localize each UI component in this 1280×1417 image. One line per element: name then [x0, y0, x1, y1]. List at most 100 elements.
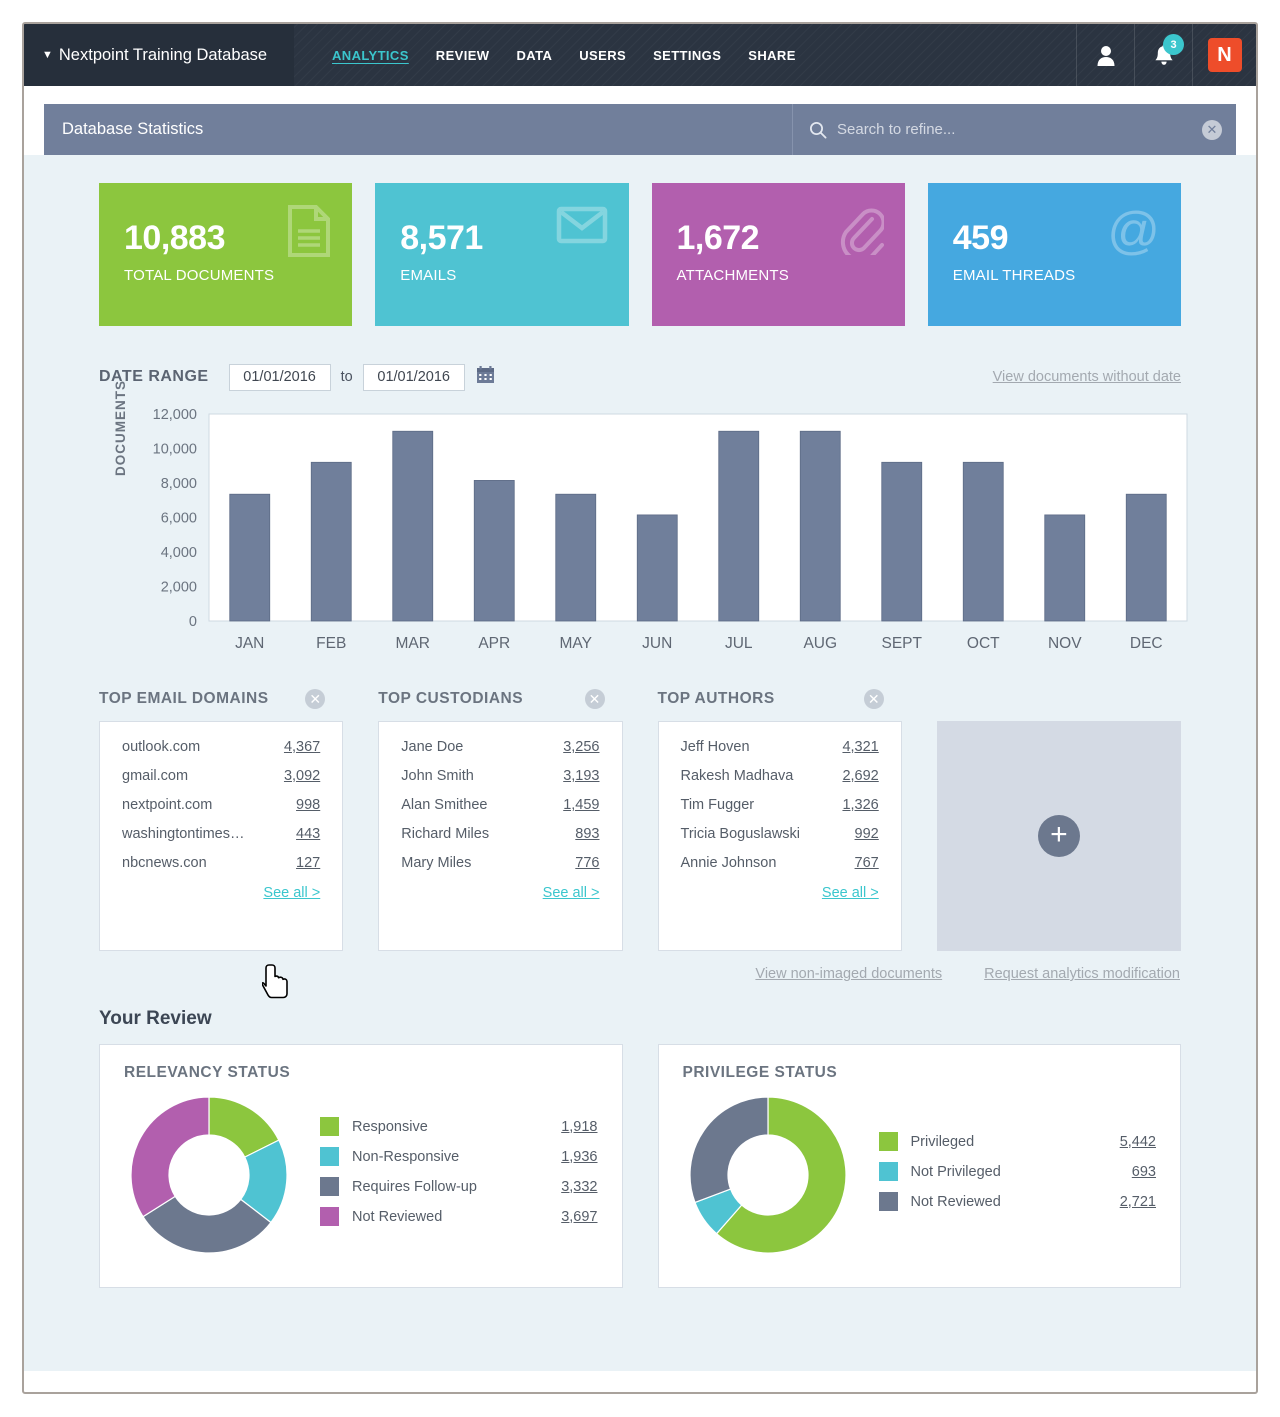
- svg-text:OCT: OCT: [967, 635, 1000, 652]
- view-non-imaged-documents-link[interactable]: View non-imaged documents: [755, 966, 942, 982]
- date-range-row: DATE RANGE to: [99, 362, 1181, 392]
- your-review-heading: Your Review: [99, 1008, 212, 1029]
- notifications-button[interactable]: 3: [1134, 24, 1192, 86]
- item-name: outlook.com: [122, 739, 201, 755]
- top-email-domains-panel: TOP EMAIL DOMAINS ✕ outlook.com 4,367 gm…: [99, 688, 344, 951]
- relevancy-legend: Responsive 1,918 Non-Responsive 1,936 Re…: [320, 1113, 598, 1237]
- analytics-body: 10,883 TOTAL DOCUMENTS 8,571 EMAILS 1,67…: [24, 155, 1256, 1371]
- document-icon: [287, 205, 331, 257]
- nextpoint-logo-button[interactable]: N: [1192, 24, 1256, 86]
- item-value[interactable]: 4,367: [284, 739, 320, 755]
- top-custodians-panel: TOP CUSTODIANS ✕ Jane Doe 3,256 John Smi…: [378, 688, 623, 951]
- top-right-icons: 3 N: [1076, 24, 1256, 86]
- calendar-icon[interactable]: [476, 365, 495, 389]
- item-value[interactable]: 127: [296, 855, 320, 871]
- item-name: gmail.com: [122, 768, 189, 784]
- list-item: nbcnews.con 127: [122, 855, 320, 871]
- legend-value[interactable]: 693: [1132, 1164, 1156, 1180]
- chart-y-axis-label: DOCUMENTS: [113, 380, 128, 476]
- item-value[interactable]: 4,321: [842, 739, 878, 755]
- search-input[interactable]: [837, 121, 1202, 138]
- nav-item-settings[interactable]: SETTINGS: [653, 48, 721, 63]
- nav-item-users[interactable]: USERS: [579, 48, 626, 63]
- legend-swatch: [320, 1117, 339, 1136]
- legend-value[interactable]: 3,697: [561, 1209, 597, 1225]
- legend-swatch: [878, 1132, 898, 1151]
- nav-item-data[interactable]: DATA: [516, 48, 552, 63]
- legend-value[interactable]: 1,936: [561, 1149, 597, 1165]
- panel-title: TOP CUSTODIANS: [378, 690, 524, 707]
- legend-value[interactable]: 3,332: [561, 1179, 597, 1195]
- documents-by-month-chart: DOCUMENTS 0 2,000 4,000 6,000 8,000 10,000 12,…: [99, 380, 1188, 666]
- donut-slice[interactable]: [688, 1096, 769, 1204]
- see-all-row: See all >: [401, 884, 600, 902]
- view-documents-without-date-link[interactable]: View documents without date: [993, 369, 1181, 385]
- date-from-input[interactable]: [228, 363, 331, 391]
- card-title: PRIVILEGE STATUS: [682, 1064, 838, 1081]
- search-area: ✕: [792, 104, 1236, 155]
- stat-card-emails[interactable]: 8,571 EMAILS: [375, 183, 629, 326]
- paperclip-icon: [838, 205, 884, 255]
- svg-text:SEPT: SEPT: [882, 635, 923, 652]
- item-value[interactable]: 2,692: [842, 768, 878, 784]
- item-value[interactable]: 1,459: [563, 797, 599, 813]
- legend-label: Requires Follow-up: [352, 1178, 477, 1195]
- see-all-link[interactable]: See all >: [543, 885, 600, 901]
- item-name: Alan Smithee: [401, 797, 488, 813]
- item-value[interactable]: 767: [855, 855, 879, 871]
- item-value[interactable]: 998: [296, 797, 320, 813]
- svg-text:DEC: DEC: [1130, 635, 1163, 652]
- svg-text:JAN: JAN: [235, 635, 264, 652]
- item-value[interactable]: 893: [575, 826, 599, 842]
- stat-label: EMAIL THREADS: [952, 267, 1076, 284]
- legend-item: Non-Responsive 1,936: [320, 1147, 598, 1166]
- svg-text:8,000: 8,000: [161, 476, 197, 492]
- item-name: Jane Doe: [401, 739, 464, 755]
- item-value[interactable]: 3,193: [563, 768, 599, 784]
- legend-value[interactable]: 2,721: [1120, 1194, 1156, 1210]
- see-all-row: See all >: [681, 884, 879, 902]
- item-name: Tim Fugger: [680, 797, 755, 813]
- item-value[interactable]: 776: [575, 855, 599, 871]
- close-icon[interactable]: ✕: [863, 689, 884, 709]
- svg-text:JUL: JUL: [725, 635, 753, 652]
- item-name: Rakesh Madhava: [680, 768, 794, 784]
- legend-swatch: [320, 1147, 339, 1166]
- date-to-input[interactable]: [362, 363, 465, 391]
- stat-card-email-threads[interactable]: 459 EMAIL THREADS @: [927, 183, 1181, 326]
- see-all-link[interactable]: See all >: [263, 885, 320, 901]
- item-value[interactable]: 443: [296, 826, 320, 842]
- close-icon[interactable]: ✕: [584, 689, 605, 709]
- card-body: Responsive 1,918 Non-Responsive 1,936 Re…: [124, 1090, 598, 1260]
- top-navigation-bar: ▼ Nextpoint Training Database ANALYTICS …: [24, 24, 1256, 86]
- nav-item-share[interactable]: SHARE: [748, 48, 796, 63]
- database-selector[interactable]: ▼ Nextpoint Training Database: [24, 24, 294, 86]
- legend-item: Responsive 1,918: [320, 1117, 598, 1136]
- legend-swatch: [320, 1177, 339, 1196]
- nav-item-analytics[interactable]: ANALYTICS: [332, 48, 409, 63]
- legend-value[interactable]: 1,918: [561, 1119, 597, 1135]
- clear-search-icon[interactable]: ✕: [1202, 119, 1222, 140]
- item-value[interactable]: 1,326: [842, 797, 878, 813]
- page-titlebar: Database Statistics ✕: [44, 104, 1236, 155]
- item-value[interactable]: 992: [855, 826, 879, 842]
- stat-card-attachments[interactable]: 1,672 ATTACHMENTS: [651, 183, 905, 326]
- close-icon[interactable]: ✕: [305, 689, 326, 709]
- app-window: ▼ Nextpoint Training Database ANALYTICS …: [22, 22, 1258, 1394]
- item-name: nbcnews.con: [122, 855, 207, 871]
- item-value[interactable]: 3,092: [284, 768, 320, 784]
- see-all-link[interactable]: See all >: [822, 885, 879, 901]
- stat-card-total-documents[interactable]: 10,883 TOTAL DOCUMENTS: [99, 183, 353, 326]
- list-item: Rakesh Madhava 2,692: [681, 768, 879, 784]
- chevron-down-icon: ▼: [42, 49, 53, 61]
- list-item: John Smith 3,193: [401, 768, 599, 784]
- item-value[interactable]: 3,256: [563, 739, 599, 755]
- legend-value[interactable]: 5,442: [1120, 1134, 1156, 1150]
- add-panel-button[interactable]: +: [936, 721, 1181, 951]
- list-item: Annie Johnson 767: [681, 855, 879, 871]
- nav-item-review[interactable]: REVIEW: [436, 48, 490, 63]
- svg-text:10,000: 10,000: [153, 442, 197, 458]
- request-analytics-modification-link[interactable]: Request analytics modification: [984, 966, 1180, 982]
- user-account-button[interactable]: [1076, 24, 1134, 86]
- donut-slice[interactable]: [130, 1096, 210, 1218]
